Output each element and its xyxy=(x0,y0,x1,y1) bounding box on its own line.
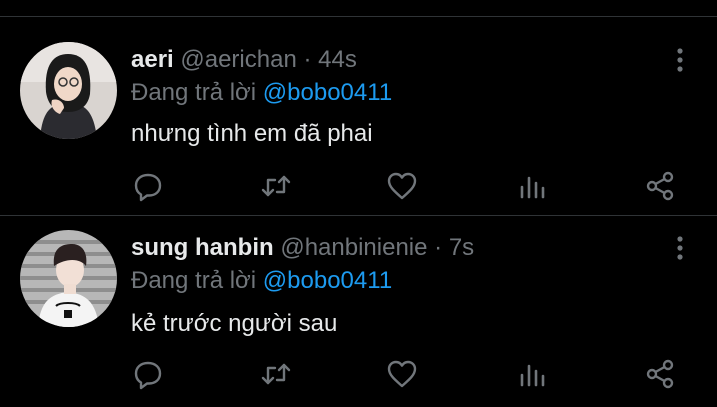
more-options-icon[interactable] xyxy=(668,233,692,263)
display-name[interactable]: sung hanbin xyxy=(131,234,274,261)
avatar[interactable] xyxy=(20,42,117,139)
tweet-text: nhưng tình em đã phai xyxy=(131,120,373,147)
reply-icon[interactable] xyxy=(131,357,165,391)
timestamp[interactable]: 7s xyxy=(449,234,474,261)
mention-link[interactable]: @bobo0411 xyxy=(263,79,392,106)
replying-to: Đang trả lời @bobo0411 xyxy=(131,79,392,107)
share-icon[interactable] xyxy=(643,357,677,391)
timestamp[interactable]: 44s xyxy=(318,46,357,73)
display-name[interactable]: aeri xyxy=(131,46,174,73)
like-icon[interactable] xyxy=(385,169,419,203)
retweet-icon[interactable] xyxy=(259,169,293,203)
views-icon[interactable] xyxy=(515,169,549,203)
share-icon[interactable] xyxy=(643,169,677,203)
tweet-header: aeri @aerichan · 44s xyxy=(131,46,357,74)
retweet-icon[interactable] xyxy=(259,357,293,391)
replying-prefix: Đang trả lời xyxy=(131,267,257,294)
views-icon[interactable] xyxy=(515,357,549,391)
avatar[interactable] xyxy=(20,230,117,327)
mention-link[interactable]: @bobo0411 xyxy=(263,267,392,294)
reply-icon[interactable] xyxy=(131,169,165,203)
more-options-icon[interactable] xyxy=(668,45,692,75)
tweet-text: kẻ trước người sau xyxy=(131,310,338,337)
tweet[interactable]: sung hanbin @hanbinienie · 7s Đang trả l… xyxy=(0,216,717,407)
tweet-header: sung hanbin @hanbinienie · 7s xyxy=(131,234,474,262)
replying-to: Đang trả lời @bobo0411 xyxy=(131,267,392,295)
separator-dot: · xyxy=(434,234,443,261)
user-handle[interactable]: @hanbinienie xyxy=(280,234,427,261)
like-icon[interactable] xyxy=(385,357,419,391)
user-handle[interactable]: @aerichan xyxy=(180,46,296,73)
separator-dot: · xyxy=(303,46,312,73)
tweet[interactable]: aeri @aerichan · 44s Đang trả lời @bobo0… xyxy=(0,0,717,215)
replying-prefix: Đang trả lời xyxy=(131,79,257,106)
